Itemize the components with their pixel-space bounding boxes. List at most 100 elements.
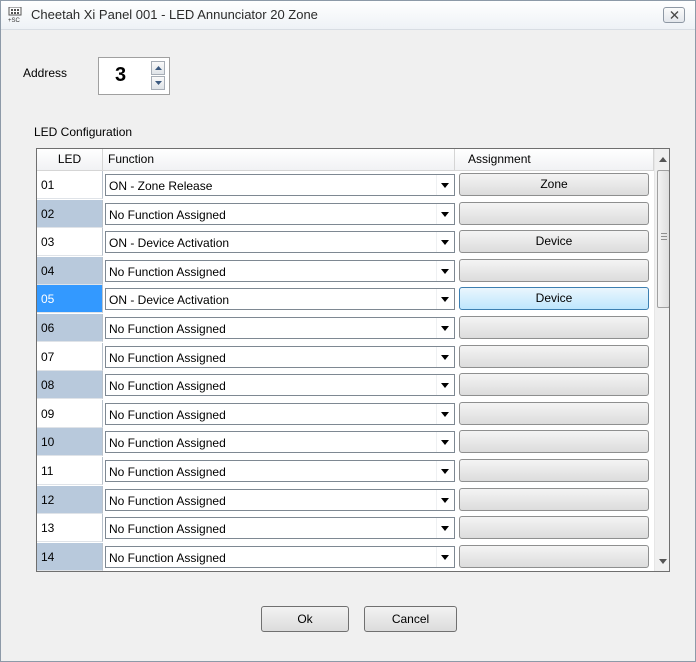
led-number-cell[interactable]: 06	[37, 314, 103, 342]
table-row[interactable]: 10 No Function Assigned	[37, 428, 657, 457]
dropdown-arrow[interactable]	[436, 489, 454, 510]
chevron-up-icon	[155, 66, 162, 70]
assignment-button[interactable]	[459, 487, 649, 511]
dropdown-arrow[interactable]	[436, 203, 454, 224]
dropdown-arrow[interactable]	[436, 546, 454, 567]
cancel-button[interactable]: Cancel	[364, 606, 457, 632]
led-number-cell[interactable]: 08	[37, 371, 103, 400]
panel-icon: +SC	[8, 7, 22, 23]
led-number-cell[interactable]: 02	[37, 199, 103, 228]
function-dropdown[interactable]: No Function Assigned	[105, 431, 455, 454]
assignment-button[interactable]	[459, 544, 649, 568]
chevron-down-icon	[441, 268, 449, 274]
table-row[interactable]: 14 No Function Assigned	[37, 542, 657, 571]
close-button[interactable]	[663, 7, 685, 23]
function-dropdown[interactable]: No Function Assigned	[105, 545, 455, 568]
vertical-scrollbar[interactable]	[654, 149, 669, 571]
led-number-cell[interactable]: 04	[37, 256, 103, 285]
assignment-button[interactable]	[459, 430, 649, 454]
function-value: No Function Assigned	[109, 550, 226, 565]
address-value[interactable]: 3	[115, 64, 126, 87]
table-row[interactable]: 13 No Function Assigned	[37, 514, 657, 543]
column-header-assignment[interactable]: Assignment	[455, 149, 654, 171]
assignment-button[interactable]	[459, 316, 649, 339]
column-header-function[interactable]: Function	[103, 149, 455, 171]
table-row[interactable]: 02 No Function Assigned	[37, 199, 657, 228]
function-dropdown[interactable]: No Function Assigned	[105, 488, 455, 511]
led-number-cell[interactable]: 12	[37, 485, 103, 514]
assignment-button[interactable]	[459, 459, 649, 482]
led-configuration-grid[interactable]: LED Function Assignment 01 ON - Zone Rele…	[36, 148, 670, 572]
function-dropdown[interactable]: ON - Zone Release	[105, 174, 455, 196]
chevron-down-icon	[441, 526, 449, 532]
dropdown-arrow[interactable]	[436, 232, 454, 253]
chevron-down-icon	[441, 469, 449, 474]
function-dropdown[interactable]: No Function Assigned	[105, 259, 455, 282]
dropdown-arrow[interactable]	[436, 318, 454, 338]
table-row[interactable]: 09 No Function Assigned	[37, 399, 657, 428]
function-dropdown[interactable]: No Function Assigned	[105, 460, 455, 482]
dropdown-arrow[interactable]	[436, 518, 454, 539]
table-row[interactable]: 08 No Function Assigned	[37, 371, 657, 400]
table-row[interactable]: 03 ON - Device Activation Device	[37, 228, 657, 257]
function-dropdown[interactable]: ON - Device Activation	[105, 231, 455, 254]
dropdown-arrow[interactable]	[436, 375, 454, 396]
function-value: No Function Assigned	[109, 465, 226, 479]
led-number-cell[interactable]: 13	[37, 514, 103, 543]
chevron-down-icon	[441, 297, 449, 303]
function-dropdown[interactable]: No Function Assigned	[105, 374, 455, 397]
led-number-cell[interactable]: 11	[37, 457, 103, 485]
chevron-down-icon	[155, 81, 162, 85]
dropdown-arrow[interactable]	[436, 260, 454, 281]
led-number-cell[interactable]: 01	[37, 171, 103, 199]
assignment-button[interactable]	[459, 401, 649, 425]
dialog-window: +SC Cheetah Xi Panel 001 - LED Annunciat…	[0, 0, 696, 662]
led-number-cell[interactable]: 09	[37, 399, 103, 428]
dropdown-arrow[interactable]	[436, 175, 454, 195]
assignment-button[interactable]	[459, 516, 649, 540]
assignment-button[interactable]	[459, 373, 649, 397]
function-dropdown[interactable]: ON - Device Activation	[105, 288, 455, 311]
table-row[interactable]: 11 No Function Assigned	[37, 457, 657, 485]
dropdown-arrow[interactable]	[436, 403, 454, 424]
scroll-thumb[interactable]	[657, 170, 669, 308]
function-dropdown[interactable]: No Function Assigned	[105, 517, 455, 540]
function-dropdown[interactable]: No Function Assigned	[105, 402, 455, 425]
window-title: Cheetah Xi Panel 001 - LED Annunciator 2…	[31, 7, 318, 22]
function-dropdown[interactable]: No Function Assigned	[105, 202, 455, 225]
table-row[interactable]: 04 No Function Assigned	[37, 256, 657, 285]
function-value: No Function Assigned	[109, 350, 226, 365]
table-row[interactable]: 06 No Function Assigned	[37, 314, 657, 342]
dropdown-arrow[interactable]	[436, 461, 454, 481]
led-number-cell[interactable]: 03	[37, 228, 103, 257]
led-number-cell[interactable]: 14	[37, 542, 103, 571]
table-row[interactable]: 12 No Function Assigned	[37, 485, 657, 514]
function-dropdown[interactable]: No Function Assigned	[105, 345, 455, 368]
led-number-cell[interactable]: 05	[37, 285, 103, 314]
assignment-button[interactable]: Zone	[459, 173, 649, 196]
address-spinner[interactable]: 3	[98, 57, 170, 95]
ok-button[interactable]: Ok	[261, 606, 349, 632]
chevron-down-icon	[441, 183, 449, 188]
function-dropdown[interactable]: No Function Assigned	[105, 317, 455, 339]
scroll-up-arrow-icon[interactable]	[659, 157, 667, 162]
table-row[interactable]: 05 ON - Device Activation Device	[37, 285, 657, 314]
chevron-down-icon	[441, 383, 449, 389]
assignment-button[interactable]: Device	[459, 287, 649, 311]
spin-up-button[interactable]	[151, 61, 165, 75]
chevron-down-icon	[441, 411, 449, 417]
dropdown-arrow[interactable]	[436, 432, 454, 453]
scroll-down-arrow-icon[interactable]	[659, 559, 667, 564]
assignment-button[interactable]	[459, 258, 649, 282]
led-number-cell[interactable]: 10	[37, 428, 103, 457]
assignment-button[interactable]	[459, 344, 649, 368]
assignment-button[interactable]	[459, 201, 649, 225]
dropdown-arrow[interactable]	[436, 346, 454, 367]
table-row[interactable]: 07 No Function Assigned	[37, 342, 657, 371]
spin-down-button[interactable]	[151, 76, 165, 90]
column-header-led[interactable]: LED	[37, 149, 103, 171]
table-row[interactable]: 01 ON - Zone Release Zone	[37, 171, 657, 199]
dropdown-arrow[interactable]	[436, 289, 454, 310]
assignment-button[interactable]: Device	[459, 230, 649, 254]
led-number-cell[interactable]: 07	[37, 342, 103, 371]
